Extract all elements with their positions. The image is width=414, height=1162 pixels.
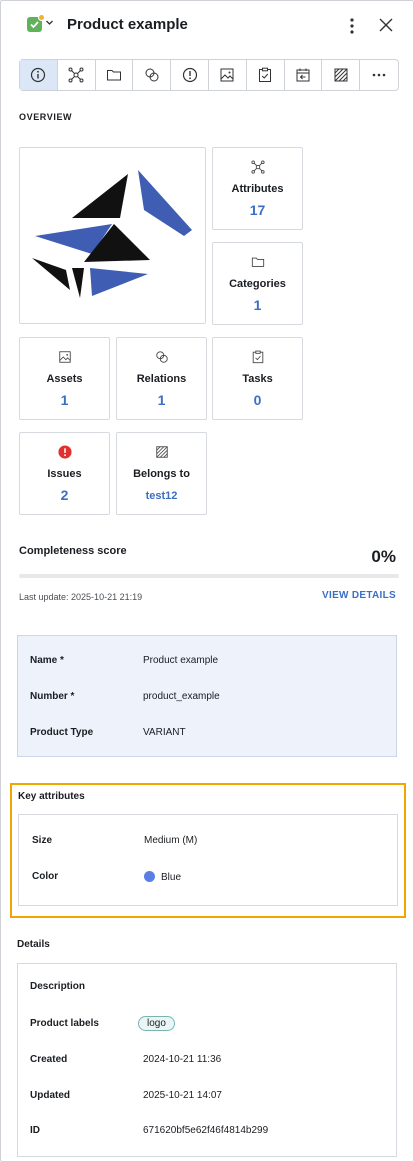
card-value: 1 xyxy=(157,392,166,408)
panel-header: Product example xyxy=(1,1,413,51)
color-value: Blue xyxy=(144,871,181,883)
card-value: 1 xyxy=(60,392,69,408)
attributes-icon xyxy=(250,160,265,174)
name-value: Product example xyxy=(143,655,219,666)
color-label: Color xyxy=(32,871,59,882)
card-value: 17 xyxy=(249,202,266,218)
relations-icon xyxy=(145,68,159,82)
key-attributes-title: Key attributes xyxy=(18,791,85,802)
attributes-icon xyxy=(68,67,84,83)
tab-assets[interactable] xyxy=(209,60,247,90)
product-label-tag[interactable]: logo xyxy=(138,1016,175,1031)
more-vertical-icon[interactable] xyxy=(344,16,360,36)
tab-categories[interactable] xyxy=(96,60,134,90)
history-icon xyxy=(296,68,310,82)
card-belongs-to[interactable]: Belongs to test12 xyxy=(116,432,207,515)
card-assets[interactable]: Assets 1 xyxy=(19,337,110,420)
details-box: Description Product labels logo Created … xyxy=(17,963,397,1157)
tab-belongs-to[interactable] xyxy=(322,60,361,90)
card-label: Categories xyxy=(229,278,286,290)
product-image[interactable] xyxy=(19,147,206,324)
pattern-icon xyxy=(155,446,168,458)
tab-bar xyxy=(19,59,399,91)
info-icon xyxy=(31,67,46,83)
size-value: Medium (M) xyxy=(144,835,198,846)
issue-alert-icon xyxy=(57,445,72,459)
close-icon[interactable] xyxy=(378,17,394,33)
relations-icon xyxy=(155,351,168,363)
view-details-link[interactable]: VIEW DETAILS xyxy=(322,590,396,601)
product-type-value: VARIANT xyxy=(143,727,186,738)
image-icon xyxy=(220,68,234,82)
tab-relations[interactable] xyxy=(133,60,172,90)
alert-icon xyxy=(182,67,197,83)
product-panel: Product example OVERVIEW Attributes 17 C… xyxy=(0,0,414,1162)
name-label: Name * xyxy=(30,655,64,666)
card-issues[interactable]: Issues 2 xyxy=(19,432,110,515)
tab-more[interactable] xyxy=(360,60,398,90)
tab-issues[interactable] xyxy=(171,60,209,90)
tab-attributes[interactable] xyxy=(58,60,96,90)
app-logo-icon[interactable] xyxy=(27,14,45,32)
card-label: Attributes xyxy=(231,183,284,195)
card-attributes[interactable]: Attributes 17 xyxy=(212,147,303,230)
color-swatch xyxy=(144,871,155,882)
key-attributes-box: Size Medium (M) Color Blue xyxy=(18,814,398,906)
card-relations[interactable]: Relations 1 xyxy=(116,337,207,420)
card-label: Relations xyxy=(136,373,187,385)
pattern-icon xyxy=(334,68,348,82)
updated-value: 2025-10-21 14:07 xyxy=(143,1090,222,1101)
card-label: Tasks xyxy=(242,373,273,385)
completeness-percent: 0% xyxy=(371,547,396,566)
card-label: Belongs to xyxy=(133,468,190,480)
product-logo-image xyxy=(32,170,192,298)
product-labels-label: Product labels xyxy=(30,1018,99,1029)
card-tasks[interactable]: Tasks 0 xyxy=(212,337,303,420)
number-value: product_example xyxy=(143,691,220,702)
folder-icon xyxy=(251,257,264,267)
completeness-progress-bar xyxy=(19,574,399,578)
image-icon xyxy=(58,351,71,363)
tab-overview[interactable] xyxy=(20,60,58,90)
created-value: 2024-10-21 11:36 xyxy=(143,1054,222,1065)
folder-icon xyxy=(106,70,121,81)
card-value: 0 xyxy=(253,392,262,408)
size-label: Size xyxy=(32,835,53,846)
tasks-icon xyxy=(259,67,272,82)
card-value: 1 xyxy=(253,297,262,313)
tasks-icon xyxy=(252,350,263,364)
updated-label: Updated xyxy=(30,1090,70,1101)
chevron-down-icon[interactable] xyxy=(45,18,54,27)
card-label: Issues xyxy=(47,468,82,480)
id-value: 671620bf5e62f46f4814b299 xyxy=(143,1125,269,1136)
card-value: 2 xyxy=(60,487,69,503)
id-label: ID xyxy=(30,1125,40,1136)
number-label: Number * xyxy=(30,691,75,702)
card-label: Assets xyxy=(46,373,83,385)
card-categories[interactable]: Categories 1 xyxy=(212,242,303,325)
page-title: Product example xyxy=(67,16,188,33)
tab-tasks[interactable] xyxy=(247,60,285,90)
description-label: Description xyxy=(30,981,86,992)
more-horizontal-icon xyxy=(372,73,386,77)
key-attributes-section: Key attributes Size Medium (M) Color Blu… xyxy=(10,783,406,918)
overview-label: OVERVIEW xyxy=(19,112,73,122)
product-info-box: Name * Product example Number * product_… xyxy=(17,635,397,757)
color-name: Blue xyxy=(161,872,182,883)
tab-history[interactable] xyxy=(285,60,323,90)
details-title: Details xyxy=(17,939,50,950)
product-type-label: Product Type xyxy=(30,727,94,738)
completeness-last-update: Last update: 2025-10-21 21:19 xyxy=(19,592,143,602)
completeness-title: Completeness score xyxy=(19,545,127,557)
created-label: Created xyxy=(30,1054,68,1065)
card-value-link[interactable]: test12 xyxy=(117,490,206,502)
